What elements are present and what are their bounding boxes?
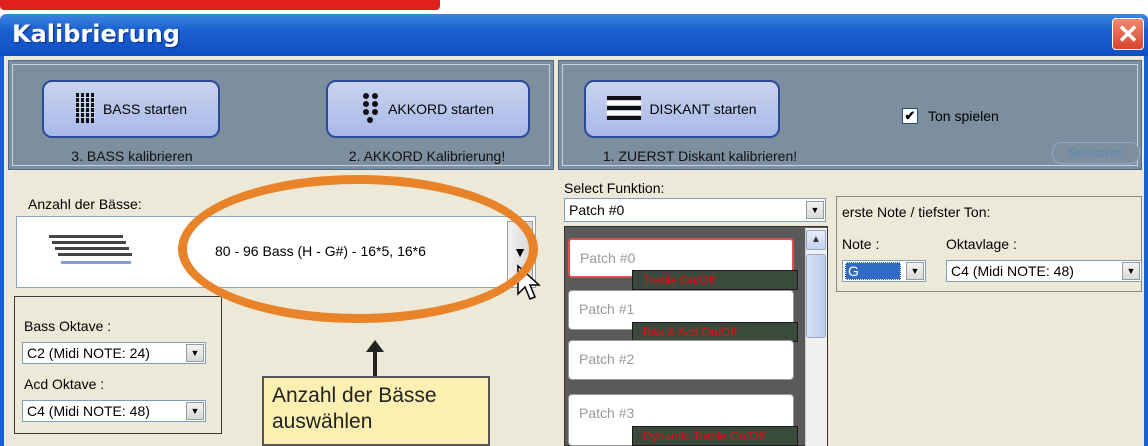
ton-spielen-label: Ton spielen — [928, 108, 999, 124]
oktavlage-select[interactable]: C4 (Midi NOTE: 48) ▼ — [946, 260, 1142, 282]
select-funktion-value: Patch #0 — [569, 202, 625, 218]
sensoren-button[interactable]: Sensoren — [1052, 142, 1140, 164]
top-red-bar — [0, 0, 440, 10]
callout-line-1: Anzahl der Bässe — [272, 384, 437, 407]
anzahl-label: Anzahl der Bässe: — [28, 196, 142, 212]
bass-oktave-value: C2 (Midi NOTE: 24) — [27, 345, 150, 361]
window-title: Kalibrierung — [12, 20, 180, 48]
akkord-start-label: AKKORD starten — [388, 101, 494, 117]
close-button[interactable]: ✕ — [1112, 18, 1144, 50]
checkmark-icon: ✔ — [904, 108, 916, 123]
ton-spielen-checkbox[interactable]: ✔ — [902, 108, 918, 124]
erste-note-label: erste Note / tiefster Ton: — [842, 204, 991, 220]
diskant-caption: 1. ZUERST Diskant kalibrieren! — [602, 148, 798, 164]
diskant-start-label: DISKANT starten — [649, 101, 757, 117]
chevron-down-icon: ▼ — [1122, 262, 1140, 280]
acd-oktave-label: Acd Oktave : — [24, 376, 105, 392]
bass-buttons-icon — [45, 231, 135, 274]
note-select[interactable]: G ▼ — [842, 260, 926, 282]
note-label: Note : — [842, 236, 880, 252]
select-funktion-label: Select Funktion: — [564, 180, 665, 196]
patch-tag: Bas & Acd On/Off — [632, 322, 798, 342]
acd-oktave-select[interactable]: C4 (Midi NOTE: 48) ▼ — [22, 400, 206, 422]
scrollbar-thumb[interactable] — [806, 254, 826, 338]
sensoren-label: Sensoren — [1068, 145, 1124, 160]
chevron-down-icon: ▼ — [806, 201, 824, 219]
oktavlage-label: Oktavlage : — [946, 236, 1017, 252]
select-funktion-dropdown[interactable]: Patch #0 ▼ — [564, 198, 826, 222]
keyboard-lines-icon — [607, 95, 642, 124]
akkord-caption: 2. AKKORD Kalibrierung! — [348, 148, 506, 164]
patch-item[interactable]: Patch #2 — [568, 340, 794, 380]
bass-grid-icon — [74, 92, 95, 127]
akkord-start-button[interactable]: AKKORD starten — [326, 80, 530, 138]
arrow-up-icon — [364, 340, 386, 381]
patch-tag: Dynamic Treble On/Off — [632, 426, 798, 446]
bass-oktave-label: Bass Oktave : — [24, 318, 112, 334]
bass-oktave-select[interactable]: C2 (Midi NOTE: 24) ▼ — [22, 342, 206, 364]
scroll-up-arrow-icon[interactable]: ▲ — [806, 230, 826, 250]
acd-oktave-value: C4 (Midi NOTE: 48) — [27, 403, 150, 419]
highlight-ellipse — [178, 175, 538, 323]
close-icon: ✕ — [1117, 19, 1139, 49]
diskant-start-button[interactable]: DISKANT starten — [584, 80, 780, 138]
chevron-down-icon: ▼ — [186, 344, 204, 362]
oktavlage-value: C4 (Midi NOTE: 48) — [951, 263, 1074, 279]
callout-line-2: auswählen — [272, 410, 373, 433]
akkord-dots-icon — [362, 92, 380, 127]
note-value: G — [845, 262, 901, 280]
bass-start-button[interactable]: BASS starten — [42, 80, 220, 138]
bass-start-label: BASS starten — [102, 101, 188, 117]
patch-tag: Treble On/Off — [632, 270, 798, 290]
chevron-down-icon: ▼ — [186, 402, 204, 420]
callout-box: Anzahl der Bässe auswählen — [262, 376, 490, 446]
chevron-down-icon: ▼ — [906, 262, 924, 280]
bass-caption: 3. BASS kalibrieren — [71, 148, 193, 164]
